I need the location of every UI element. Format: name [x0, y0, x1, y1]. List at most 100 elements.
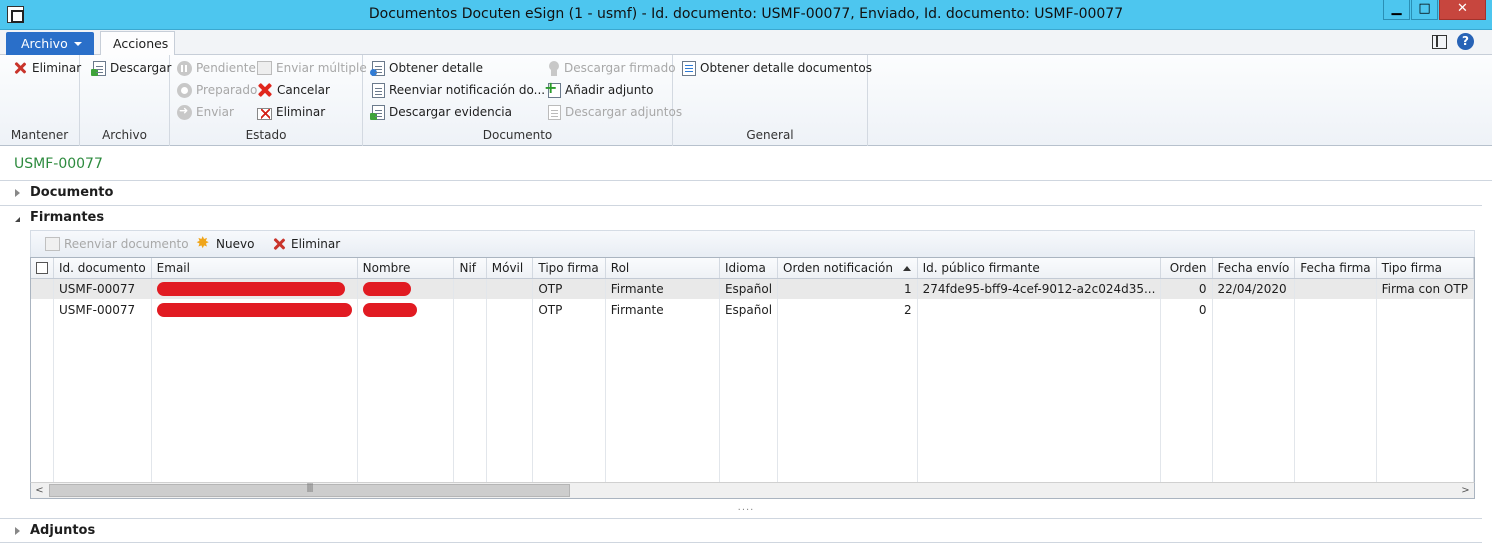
cell-fecha-envio[interactable]: 22/04/2020 [1212, 278, 1296, 299]
preparado-button[interactable]: Preparado [177, 80, 257, 100]
obtener-detalle-documentos-button[interactable]: Obtener detalle documentos [680, 58, 872, 78]
chevron-down-icon [15, 217, 20, 222]
cell-orden[interactable]: 0 [1160, 299, 1213, 320]
select-all-checkbox[interactable] [36, 262, 48, 275]
fasttab-documento[interactable]: Documento [0, 181, 1482, 206]
cell-id-publico-firmante[interactable] [917, 299, 1162, 320]
row-selector[interactable] [31, 278, 54, 299]
empty-cell [486, 320, 534, 498]
fasttab-firmantes[interactable]: Firmantes [0, 206, 1482, 231]
cell-id-documento[interactable]: USMF-00077 [53, 278, 152, 299]
cell-id-documento[interactable]: USMF-00077 [53, 299, 152, 320]
horizontal-scrollbar[interactable]: < > [30, 482, 1475, 499]
eliminar-estado-button[interactable]: Eliminar [257, 102, 325, 122]
cell-id-publico-firmante[interactable]: 274fde95-bff9-4cef-9012-a2c024d35... [917, 278, 1162, 299]
cell-nif[interactable] [453, 278, 487, 299]
row-selector[interactable] [31, 299, 54, 320]
minimize-button[interactable]: ▁ [1383, 0, 1410, 20]
redaction-mark [362, 302, 417, 317]
preparado-label: Preparado [196, 83, 258, 97]
table-row[interactable]: USMF-00077 OTP Firmante Español 1 274fde… [31, 278, 1474, 299]
maximize-button[interactable]: □ [1411, 0, 1438, 20]
scroll-right-button[interactable]: > [1457, 483, 1474, 498]
column-header[interactable]: Tipo firma [1376, 258, 1474, 279]
reenviar-documento-label: Reenviar documento [64, 237, 189, 251]
descargar-firmado-button[interactable]: Descargar firmado [546, 58, 676, 78]
cell-idioma[interactable]: Español [719, 278, 779, 299]
empty-cell [719, 320, 779, 498]
fasttab-adjuntos[interactable]: Adjuntos [0, 518, 1482, 543]
empty-cell [31, 320, 54, 498]
reenviar-documento-button[interactable]: Reenviar documento [45, 234, 189, 254]
column-header[interactable]: Id. público firmante [917, 258, 1162, 279]
column-header[interactable]: Móvil [486, 258, 534, 279]
empty-cell [1212, 320, 1296, 498]
pendiente-button[interactable]: Pendiente [177, 58, 256, 78]
column-header-label: Orden notificación [783, 260, 893, 275]
cell-tipo-firma[interactable]: OTP [532, 278, 606, 299]
enviar-button[interactable]: Enviar [177, 102, 234, 122]
cell-tipo-firma-2[interactable] [1376, 299, 1474, 320]
column-header[interactable]: Nif [453, 258, 487, 279]
cell-fecha-firma[interactable] [1294, 299, 1377, 320]
enviar-multiple-label: Enviar múltiple [276, 61, 367, 75]
help-icon[interactable]: ? [1457, 33, 1474, 50]
cell-nombre-redacted[interactable] [357, 299, 455, 320]
send-icon [177, 104, 192, 120]
tab-acciones[interactable]: Acciones [100, 31, 175, 56]
column-header[interactable]: Nombre [357, 258, 455, 279]
column-header[interactable]: Rol [605, 258, 720, 279]
descargar-evidencia-label: Descargar evidencia [389, 105, 512, 119]
cell-idioma[interactable]: Español [719, 299, 779, 320]
cell-email-redacted[interactable] [151, 278, 358, 299]
cell-movil[interactable] [486, 299, 534, 320]
reenviar-notificacion-button[interactable]: Reenviar notificación do... [370, 80, 545, 100]
empty-cell [777, 320, 918, 498]
scroll-left-button[interactable]: < [31, 483, 48, 498]
delete-icon [271, 236, 287, 252]
cancelar-button[interactable]: Cancelar [257, 80, 330, 100]
cell-tipo-firma[interactable]: OTP [532, 299, 606, 320]
tab-archivo[interactable]: Archivo [6, 32, 94, 55]
cell-movil[interactable] [486, 278, 534, 299]
descargar-adjuntos-button[interactable]: Descargar adjuntos [546, 102, 682, 122]
cell-nif[interactable] [453, 299, 487, 320]
enviar-multiple-button[interactable]: Enviar múltiple [257, 58, 367, 78]
anadir-adjunto-button[interactable]: Añadir adjunto [544, 78, 653, 100]
fasttab-documento-label: Documento [30, 185, 114, 200]
column-header[interactable]: Orden [1160, 258, 1213, 279]
column-header[interactable]: Fecha firma [1294, 258, 1377, 279]
column-header[interactable]: Id. documento [53, 258, 152, 279]
cell-fecha-envio[interactable] [1212, 299, 1296, 320]
redaction-mark [156, 302, 352, 317]
column-header[interactable]: Email [151, 258, 358, 279]
layout-icon[interactable] [1432, 35, 1447, 49]
cell-tipo-firma-2[interactable]: Firma con OTP [1376, 278, 1474, 299]
scroll-thumb[interactable] [49, 483, 570, 497]
column-header[interactable]: Tipo firma [532, 258, 606, 279]
window-title: Documentos Docuten eSign (1 - usmf) - Id… [368, 6, 1124, 22]
pendiente-label: Pendiente [196, 61, 256, 75]
obtener-detalle-button[interactable]: Obtener detalle [370, 58, 483, 78]
pane-splitter[interactable]: .... [0, 503, 1492, 516]
cell-orden[interactable]: 0 [1160, 278, 1213, 299]
cell-orden-notificacion[interactable]: 1 [777, 278, 918, 299]
cell-rol[interactable]: Firmante [605, 299, 720, 320]
table-row[interactable]: USMF-00077 OTP Firmante Español 2 0 [31, 299, 1474, 320]
cell-email-redacted[interactable] [151, 299, 358, 320]
eliminar-button[interactable]: Eliminar [12, 58, 81, 78]
cell-nombre-redacted[interactable] [357, 278, 455, 299]
cell-rol[interactable]: Firmante [605, 278, 720, 299]
descargar-button[interactable]: Descargar [91, 58, 171, 78]
cell-orden-notificacion[interactable]: 2 [777, 299, 918, 320]
column-header[interactable]: Idioma [719, 258, 779, 279]
column-header[interactable]: Fecha envío [1212, 258, 1296, 279]
descargar-evidencia-button[interactable]: Descargar evidencia [370, 102, 512, 122]
nuevo-button[interactable]: Nuevo [196, 233, 254, 254]
close-button[interactable]: ✕ [1439, 0, 1486, 20]
column-header-orden-notificacion[interactable]: Orden notificación [777, 258, 918, 279]
cell-fecha-firma[interactable] [1294, 278, 1377, 299]
eliminar-firmante-button[interactable]: Eliminar [271, 234, 340, 254]
firmantes-table: Id. documento Email Nombre Nif Móvil Tip… [31, 258, 1474, 498]
select-all-header[interactable] [31, 258, 54, 279]
